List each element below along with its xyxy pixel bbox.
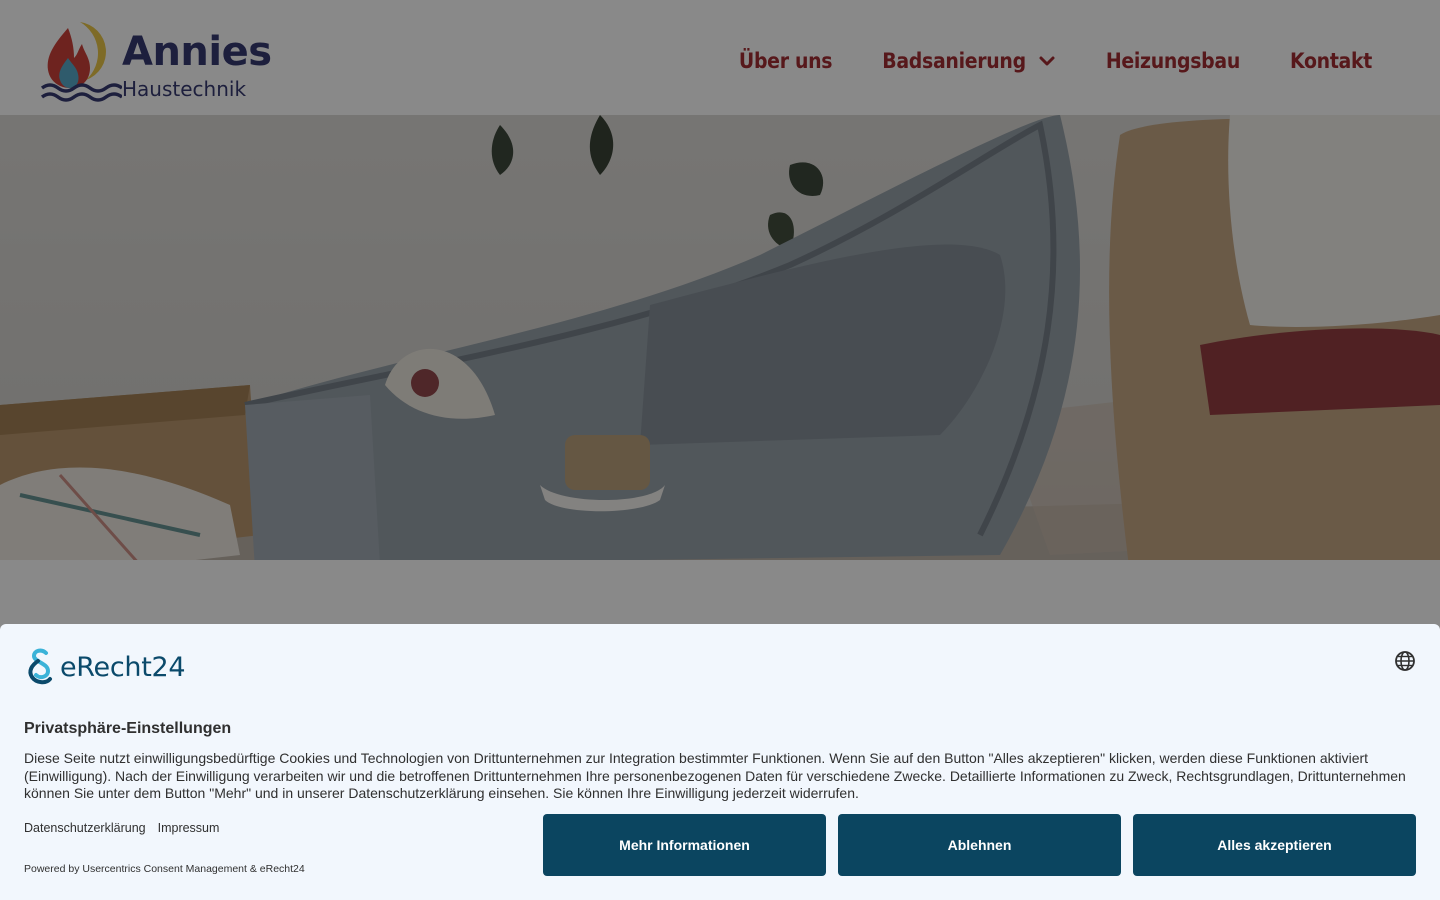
consent-links: Datenschutzerklärung Impressum — [24, 821, 231, 835]
cookie-consent-banner: eRecht24 Privatsphäre-Einstellungen Dies… — [0, 624, 1440, 900]
deny-button[interactable]: Ablehnen — [838, 814, 1121, 876]
more-information-button[interactable]: Mehr Informationen — [543, 814, 826, 876]
erecht24-logo: eRecht24 — [24, 646, 186, 688]
globe-icon[interactable] — [1394, 650, 1416, 672]
powered-by-text: Powered by Usercentrics Consent Manageme… — [24, 863, 305, 875]
privacy-policy-link[interactable]: Datenschutzerklärung — [24, 821, 146, 835]
consent-title: Privatsphäre-Einstellungen — [24, 720, 232, 737]
consent-description: Diese Seite nutzt einwilligungsbedürftig… — [24, 750, 1406, 801]
erecht24-logo-text: eRecht24 — [60, 651, 186, 683]
imprint-link[interactable]: Impressum — [158, 821, 220, 835]
accept-all-button[interactable]: Alles akzeptieren — [1133, 814, 1416, 876]
section-sign-logo-icon — [28, 648, 52, 685]
